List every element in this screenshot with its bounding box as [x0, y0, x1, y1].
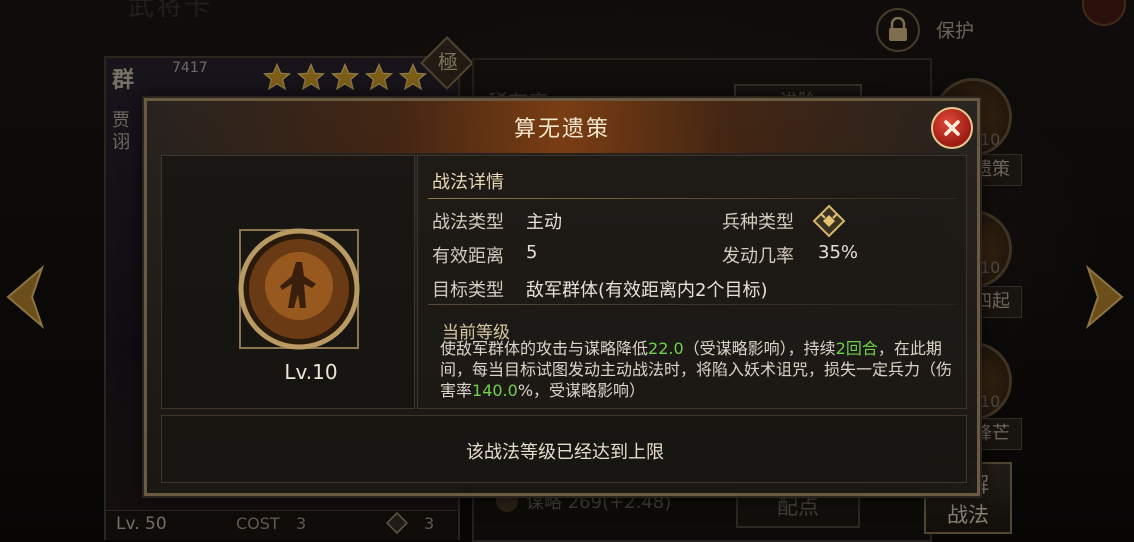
tactic-type-label: 战法类型 [432, 212, 504, 233]
target-type-label: 目标类型 [432, 280, 504, 301]
close-button[interactable] [931, 107, 973, 149]
tactic-type-value: 主动 [526, 212, 562, 233]
detail-heading: 战法详情 [432, 172, 504, 193]
skill-icon-panel: Lv.10 [161, 155, 415, 409]
dialog-title: 算无遗策 [513, 117, 610, 142]
description-text: （受谋略影响），持续 [683, 339, 836, 358]
range-label: 有效距离 [432, 246, 504, 267]
description-number: 22.0 [648, 339, 684, 358]
divider [428, 304, 958, 305]
trigger-rate-label: 发动几率 [722, 246, 794, 267]
troop-type-label: 兵种类型 [722, 212, 794, 233]
close-icon [944, 120, 960, 136]
trigger-rate-value: 35% [818, 242, 859, 263]
troop-type-icon [812, 204, 846, 238]
tactic-detail-dialog: 算无遗策 Lv.10 战法详情 战法类型 主动 兵种类型 有效距离 5 发动几率 [144, 98, 980, 496]
target-type-value: 敌军群体(有效距离内2个目标) [526, 280, 768, 301]
description-number: 2回合 [835, 339, 878, 358]
range-value: 5 [526, 242, 538, 263]
max-level-message: 该战法等级已经达到上限 [466, 442, 664, 463]
skill-description: 使敌军群体的攻击与谋略降低22.0（受谋略影响），持续2回合，在此期间，每当目标… [440, 338, 960, 401]
divider [428, 198, 958, 199]
skill-level: Lv.10 [284, 360, 338, 384]
description-text: %，受谋略影响） [517, 381, 646, 400]
upgrade-status-panel: 该战法等级已经达到上限 [161, 415, 967, 483]
skill-detail-panel: 战法详情 战法类型 主动 兵种类型 有效距离 5 发动几率 35% 目标类型 敌… [417, 155, 967, 409]
description-text: 使敌军群体的攻击与谋略降低 [440, 339, 649, 358]
skill-emblem-icon [238, 228, 360, 350]
description-number: 140.0 [472, 381, 518, 400]
